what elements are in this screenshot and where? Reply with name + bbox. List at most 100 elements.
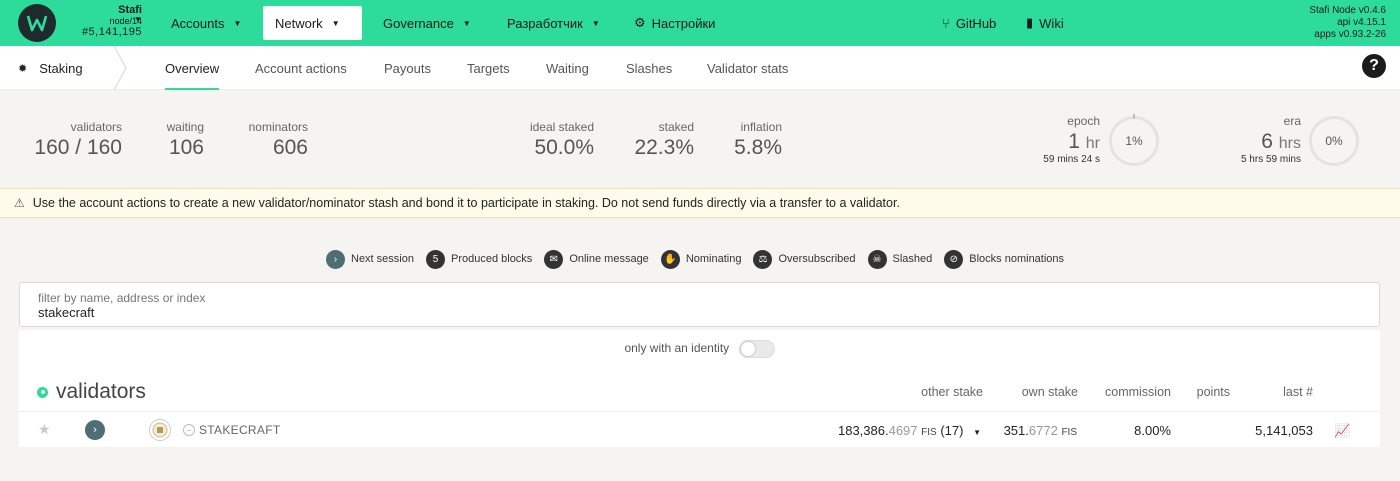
epoch-progress-ring: 1% — [1109, 116, 1159, 166]
menu-settings-label: Настройки — [651, 15, 716, 31]
last-block-value: 5,141,053 — [1255, 423, 1313, 438]
staking-warning: ⚠ Use the account actions to create a ne… — [0, 188, 1400, 218]
menu-developer[interactable]: Разработчик ▼ — [495, 6, 612, 40]
filter-box[interactable]: filter by name, address or index — [19, 282, 1380, 327]
link-github[interactable]: ⑂ GitHub — [930, 6, 1008, 40]
section-staking: ✹ Staking — [0, 46, 128, 90]
menu-settings[interactable]: ⚙ Настройки — [622, 6, 727, 40]
tab-slashes[interactable]: Slashes — [626, 46, 672, 90]
envelope-icon: ✉ — [544, 249, 564, 269]
stat-label: epoch — [1067, 114, 1100, 128]
menu-network[interactable]: Network ▼ — [263, 6, 362, 40]
skull-icon: ☠ — [867, 249, 887, 269]
stat-validators: validators 160 / 160 — [34, 120, 122, 160]
tabs-bar: ✹ Staking Overview Account actions Payou… — [0, 46, 1400, 90]
node-version: Stafi Node v0.4.6 — [1309, 5, 1386, 16]
legend-label: Next session — [351, 253, 414, 265]
stat-value: 6 hrs — [1241, 130, 1301, 154]
tab-targets[interactable]: Targets — [467, 46, 510, 90]
chain-info[interactable]: Stafi node/14 #5,141,195 — [62, 5, 142, 38]
tab-account-actions[interactable]: Account actions — [255, 46, 347, 90]
caret-down-icon: ▼ — [462, 18, 471, 28]
era-remaining: 5 hrs 59 mins — [1240, 154, 1301, 165]
warning-text: Use the account actions to create a new … — [32, 196, 900, 210]
filter-input[interactable] — [38, 305, 638, 320]
legend-produced-blocks: 5 Produced blocks — [425, 249, 533, 269]
stat-value: 5.8% — [734, 136, 782, 159]
toggle-knob — [740, 342, 755, 356]
table-title-label: validators — [56, 380, 146, 403]
chart-line-icon[interactable]: 📈 — [1334, 423, 1350, 439]
tab-slashes-label: Slashes — [626, 60, 673, 76]
stat-inflation: inflation 5.8% — [734, 120, 782, 160]
legend-label: Blocks nominations — [969, 253, 1065, 265]
favorite-star-icon[interactable]: ★ — [38, 421, 51, 438]
header-points[interactable]: points — [1197, 385, 1230, 399]
chain-dropdown-caret-icon[interactable]: ▼ — [134, 15, 142, 24]
legend-label: Produced blocks — [450, 253, 533, 265]
stat-era: era 6 hrs 5 hrs 59 mins — [1241, 114, 1301, 165]
tab-waiting[interactable]: Waiting — [546, 46, 589, 90]
legend-slashed: ☠ Slashed — [867, 249, 932, 269]
help-icon[interactable]: ? — [1362, 54, 1386, 78]
identicon-avatar[interactable] — [149, 419, 171, 441]
epoch-value: 1 — [1068, 130, 1080, 153]
stat-value: 1 hr — [1043, 130, 1100, 154]
stat-label: era — [1283, 114, 1301, 128]
legend-blocks-nominations: ⊘ Blocks nominations — [944, 249, 1065, 269]
tab-validator-stats[interactable]: Validator stats — [707, 46, 788, 90]
code-branch-icon: ⑂ — [942, 15, 950, 31]
legend-label: Nominating — [685, 253, 742, 265]
header-other-stake[interactable]: other stake — [921, 385, 983, 399]
apps-version: apps v0.93.2-26 — [1314, 29, 1386, 40]
link-wiki-label: Wiki — [1039, 15, 1064, 31]
own-stake-frac: 6772 — [1028, 423, 1058, 438]
filter-label: filter by name, address or index — [38, 291, 206, 305]
chevron-right-icon: › — [326, 249, 345, 269]
other-stake-value[interactable]: 183,386.4697 FIS (17) ▼ — [838, 423, 981, 438]
stat-label: validators — [70, 120, 122, 134]
menu-accounts-label: Accounts — [171, 15, 225, 31]
user-slash-icon: ⊘ — [944, 249, 964, 269]
identity-status-icon: – — [183, 424, 195, 436]
section-divider-chevron — [113, 46, 127, 90]
header-commission[interactable]: commission — [1105, 385, 1171, 399]
count-badge: 5 — [425, 249, 445, 269]
caret-down-icon: ▼ — [591, 18, 600, 28]
identity-toggle-label: only with an identity — [624, 341, 730, 356]
header-own-stake[interactable]: own stake — [1022, 385, 1078, 399]
stat-label: staked — [658, 120, 694, 134]
tab-overview[interactable]: Overview — [159, 46, 225, 90]
menu-governance[interactable]: Governance ▼ — [371, 6, 483, 40]
stat-value: 160 / 160 — [34, 136, 122, 159]
era-value: 6 — [1261, 130, 1273, 153]
stat-value: 106 — [168, 136, 204, 159]
balance-scale-icon: ⚖ — [753, 249, 773, 269]
link-wiki[interactable]: ▮ Wiki — [1014, 6, 1076, 40]
warning-icon: ⚠ — [14, 196, 25, 210]
other-stake-count: (17) — [940, 423, 964, 438]
tab-payouts[interactable]: Payouts — [384, 46, 431, 90]
expand-caret-icon[interactable]: ▼ — [973, 428, 981, 437]
stat-label: ideal staked — [529, 120, 594, 134]
epoch-progress-indicator — [1132, 113, 1136, 120]
identity-filter: only with an identity — [19, 340, 1380, 358]
menu-accounts[interactable]: Accounts ▼ — [159, 6, 253, 40]
epoch-unit: hr — [1085, 135, 1100, 152]
tab-payouts-label: Payouts — [384, 60, 431, 76]
stat-value: 22.3% — [634, 136, 694, 159]
table-row[interactable]: ★ › – STAKECRAFT 183,386.4697 FIS (17) ▼… — [19, 411, 1380, 447]
tab-overview-label: Overview — [165, 60, 220, 76]
legend-label: Online message — [569, 253, 649, 265]
other-stake-int: 183,386. — [837, 423, 889, 438]
identity-toggle[interactable] — [738, 340, 775, 358]
book-icon: ▮ — [1026, 15, 1034, 30]
legend-online-message: ✉ Online message — [544, 249, 649, 269]
app-logo[interactable] — [18, 4, 56, 42]
header-last-block[interactable]: last # — [1283, 385, 1313, 399]
caret-down-icon: ▼ — [331, 18, 340, 28]
era-unit: hrs — [1278, 135, 1301, 152]
validator-name[interactable]: STAKECRAFT — [199, 423, 280, 437]
own-stake-int: 351. — [1003, 423, 1029, 438]
legend-label: Oversubscribed — [778, 253, 856, 265]
